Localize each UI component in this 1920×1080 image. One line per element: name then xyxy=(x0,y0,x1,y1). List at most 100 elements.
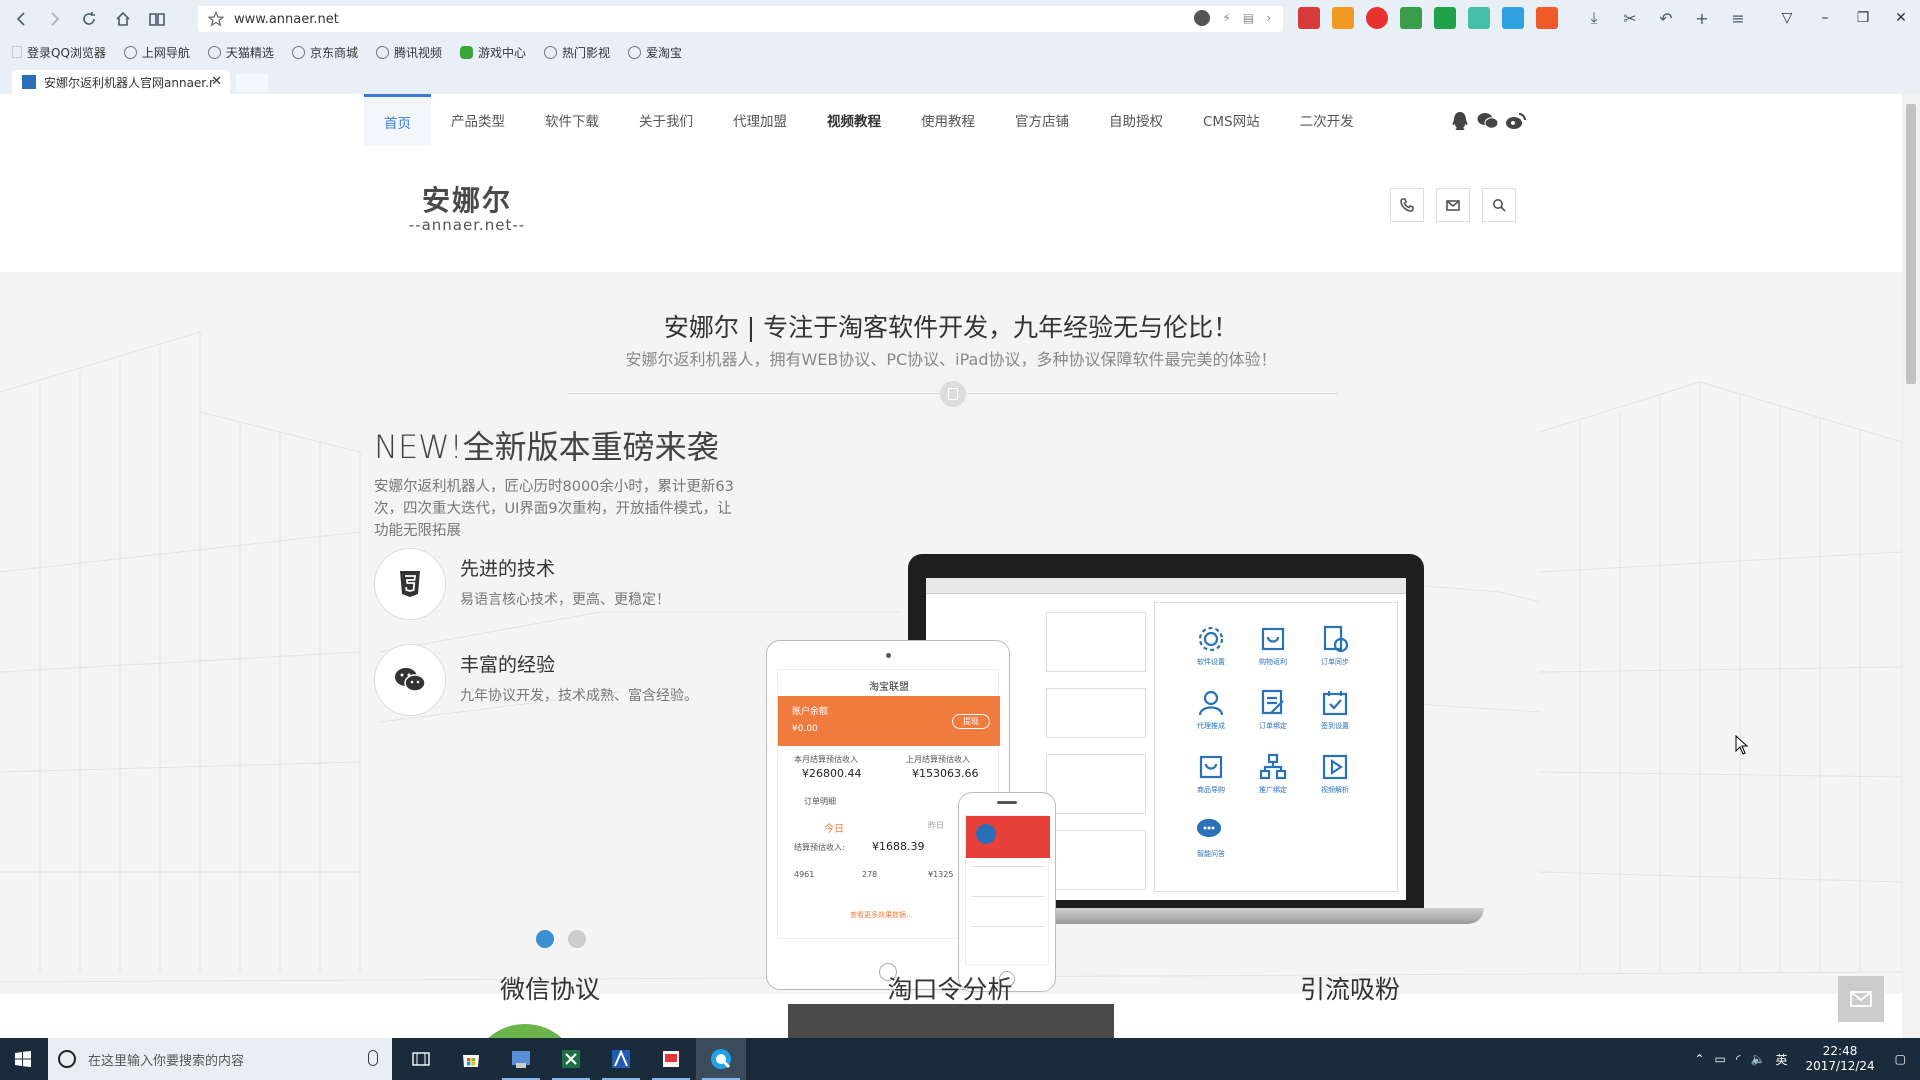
back-button[interactable] xyxy=(4,2,38,36)
scissors-icon[interactable]: ✂ xyxy=(1620,6,1640,30)
close-window-button[interactable]: ✕ xyxy=(1882,0,1920,36)
app-running[interactable] xyxy=(496,1038,546,1080)
nav-agent[interactable]: 代理加盟 xyxy=(713,94,807,146)
network-icon[interactable]: ◜ xyxy=(1736,1052,1741,1066)
site-logo[interactable]: 安娜尔 --annaer.net-- xyxy=(392,186,542,238)
volume-icon[interactable]: 🔈 xyxy=(1751,1052,1766,1066)
undo-icon[interactable]: ↶ xyxy=(1656,6,1676,30)
nav-tutorial[interactable]: 使用教程 xyxy=(901,94,995,146)
balance-value: ¥0.00 xyxy=(792,724,818,734)
more-link[interactable]: 查看更多效果数据... xyxy=(850,910,913,920)
nav-store[interactable]: 官方店铺 xyxy=(995,94,1089,146)
social-links xyxy=(1448,110,1528,132)
app-tile: 代理推成 xyxy=(1193,687,1229,731)
ime-indicator[interactable]: 英 xyxy=(1775,1051,1787,1068)
taskbar-search[interactable]: 在这里输入你要搜索的内容 xyxy=(48,1038,392,1080)
extension-x-icon[interactable] xyxy=(1536,7,1558,29)
chat-bubbles-icon xyxy=(1196,818,1222,838)
browser-chrome: www.annaer.net ⚡ ▤ › ⤓ ✂ ↶ + ≡ ▽ – ❐ ✕ 登… xyxy=(0,0,1920,94)
tablet-header: 淘宝联盟 xyxy=(869,682,909,693)
app-label: 智能问答 xyxy=(1197,850,1225,858)
nav-secondary-dev[interactable]: 二次开发 xyxy=(1280,94,1374,146)
page-scrollbar[interactable] xyxy=(1902,94,1920,1038)
task-view-button[interactable] xyxy=(396,1038,446,1080)
tray-expand-icon[interactable]: ⌃ xyxy=(1694,1052,1704,1066)
nav-authorize[interactable]: 自助授权 xyxy=(1089,94,1183,146)
reader-button[interactable] xyxy=(140,2,174,36)
extension-red-icon[interactable] xyxy=(1366,7,1388,29)
yesterday-tab[interactable]: 昨日 xyxy=(928,820,944,831)
add-icon[interactable]: + xyxy=(1692,6,1712,30)
today-tab[interactable]: 今日 xyxy=(824,820,844,835)
bookmark-item[interactable]: 游戏中心 xyxy=(459,44,526,61)
store-icon xyxy=(463,1055,479,1067)
menu-icon[interactable]: ≡ xyxy=(1728,6,1748,30)
header-actions xyxy=(1390,188,1516,222)
slider-dot[interactable] xyxy=(536,930,554,948)
nav-cms[interactable]: CMS网站 xyxy=(1183,94,1280,146)
restore-button[interactable]: ❐ xyxy=(1844,0,1882,36)
home-button[interactable] xyxy=(106,2,140,36)
tab-close-button[interactable]: ✕ xyxy=(211,74,222,89)
extension-video-icon[interactable] xyxy=(1332,7,1354,29)
app-tile: 软件设置 xyxy=(1193,623,1229,667)
microphone-icon[interactable] xyxy=(368,1050,378,1066)
extension-translate-icon[interactable] xyxy=(1502,7,1524,29)
wechat-icon[interactable] xyxy=(1476,110,1500,132)
more-chevron-icon[interactable]: › xyxy=(1266,11,1271,25)
reader-mode-icon[interactable]: ▤ xyxy=(1243,11,1254,25)
store-app[interactable] xyxy=(446,1038,496,1080)
new-tab-button[interactable] xyxy=(236,74,268,92)
app-tile: 签到设置 xyxy=(1317,687,1353,731)
nav-download[interactable]: 软件下载 xyxy=(525,94,619,146)
nav-products[interactable]: 产品类型 xyxy=(431,94,525,146)
extension-download-icon[interactable] xyxy=(1400,7,1422,29)
last-month-value: ¥153063.66 xyxy=(912,767,979,780)
nav-about[interactable]: 关于我们 xyxy=(619,94,713,146)
app-label: 推广绑定 xyxy=(1259,786,1287,794)
reload-button[interactable] xyxy=(72,2,106,36)
bookmark-item[interactable]: 爱淘宝 xyxy=(628,44,682,61)
url-text[interactable]: www.annaer.net xyxy=(234,12,339,27)
email-button[interactable] xyxy=(1436,188,1470,222)
extension-qq-icon[interactable] xyxy=(1298,7,1320,29)
notification-center-icon[interactable]: ▢ xyxy=(1895,1052,1906,1066)
flash-icon[interactable]: ⚡ xyxy=(1222,11,1230,25)
bookmark-item[interactable]: 登录QQ浏览器 xyxy=(12,44,106,61)
phone-button[interactable] xyxy=(1390,188,1424,222)
extension-shield-icon[interactable] xyxy=(1434,7,1456,29)
weibo-icon[interactable] xyxy=(1504,110,1528,132)
floating-message-button[interactable] xyxy=(1838,976,1884,1022)
document-app[interactable] xyxy=(646,1038,696,1080)
page-viewport: 首页 产品类型 软件下载 关于我们 代理加盟 视频教程 使用教程 官方店铺 自助… xyxy=(0,94,1902,1038)
search-icon xyxy=(1493,199,1506,212)
extension-cup-icon[interactable] xyxy=(1468,7,1490,29)
scrollbar-thumb[interactable] xyxy=(1906,104,1916,384)
annaer-app[interactable] xyxy=(596,1038,646,1080)
excel-app[interactable] xyxy=(546,1038,596,1080)
skin-icon[interactable]: ▽ xyxy=(1768,0,1806,36)
minimize-button[interactable]: – xyxy=(1806,0,1844,36)
bookmark-item[interactable]: 京东商城 xyxy=(291,44,358,61)
bookmark-item[interactable]: 天猫精选 xyxy=(207,44,274,61)
downloads-icon[interactable]: ⤓ xyxy=(1584,6,1604,30)
battery-icon[interactable]: ▭ xyxy=(1715,1052,1726,1066)
bookmark-item[interactable]: 腾讯视频 xyxy=(375,44,442,61)
bookmark-item[interactable]: 上网导航 xyxy=(123,44,190,61)
start-button[interactable] xyxy=(0,1038,46,1080)
withdraw-button[interactable]: 提现 xyxy=(952,714,990,729)
qq-icon[interactable] xyxy=(1448,110,1472,132)
slider-dot[interactable] xyxy=(568,930,586,948)
search-button[interactable] xyxy=(1482,188,1516,222)
forward-button[interactable] xyxy=(38,2,72,36)
bookmark-item[interactable]: 热门影视 xyxy=(543,44,610,61)
nav-home[interactable]: 首页 xyxy=(364,94,431,146)
speed-icon[interactable] xyxy=(1194,10,1211,26)
bookmark-star-icon[interactable] xyxy=(208,11,224,27)
address-bar[interactable]: www.annaer.net ⚡ ▤ › xyxy=(198,6,1283,32)
browser-tab[interactable]: 安娜尔返利机器人官网annaer.net ✕ xyxy=(12,70,230,94)
nav-video-tutorial[interactable]: 视频教程 xyxy=(807,94,901,146)
clock[interactable]: 22:48 2017/12/24 xyxy=(1805,1044,1874,1074)
qq-browser-app[interactable] xyxy=(696,1038,746,1080)
balance-card: 账户余额 ¥0.00 提现 xyxy=(778,696,1000,746)
